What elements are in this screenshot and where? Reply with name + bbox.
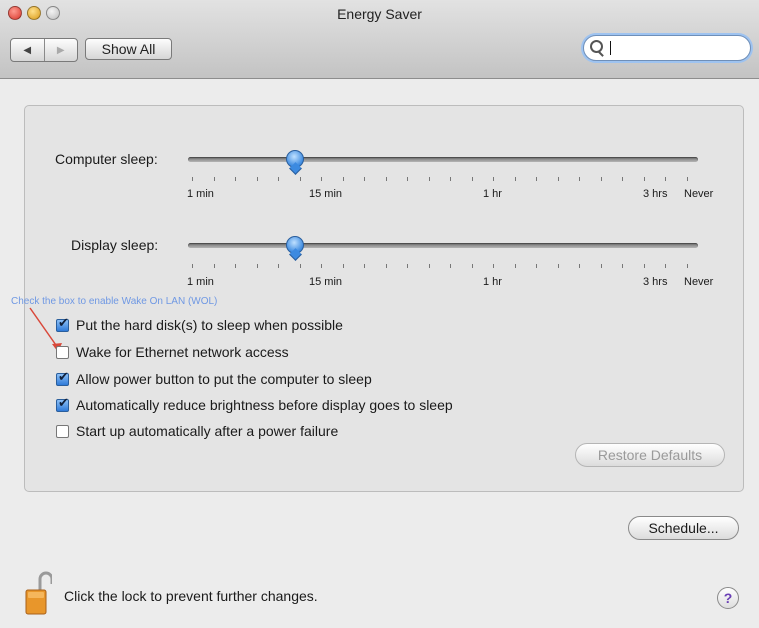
slider-tick xyxy=(450,264,451,268)
slider-tick xyxy=(557,264,559,268)
option-hard-disk-sleep[interactable]: Put the hard disk(s) to sleep when possi… xyxy=(56,316,343,333)
slider-tick xyxy=(600,264,602,268)
slider-tick xyxy=(428,177,430,181)
slider-tick xyxy=(428,264,430,268)
display-sleep-slider[interactable] xyxy=(188,243,698,248)
lock-message: Click the lock to prevent further change… xyxy=(64,588,318,604)
slider-tick xyxy=(364,264,365,268)
text-cursor xyxy=(610,41,611,55)
tick-label: 1 min xyxy=(187,276,214,288)
slider-tick xyxy=(321,264,322,268)
slider-tick xyxy=(471,264,473,268)
slider-tick xyxy=(299,177,301,181)
tick-label: 15 min xyxy=(309,188,343,200)
slider-tick xyxy=(299,264,301,268)
slider-tick xyxy=(278,264,279,268)
tick-label: 1 min xyxy=(187,188,214,200)
restore-defaults-button[interactable]: Restore Defaults xyxy=(575,443,725,467)
slider-tick xyxy=(686,264,688,268)
tick-label: 3 hrs xyxy=(643,188,668,200)
slider-tick xyxy=(321,177,322,181)
option-wake-ethernet[interactable]: Wake for Ethernet network access xyxy=(56,344,289,360)
tick-label: 1 hr xyxy=(483,188,502,200)
slider-tick xyxy=(536,264,537,268)
tick-label: 15 min xyxy=(309,276,343,288)
schedule-button[interactable]: Schedule... xyxy=(628,516,739,540)
computer-sleep-label: Computer sleep: xyxy=(55,151,158,167)
slider-tick xyxy=(665,264,666,268)
lock-icon[interactable] xyxy=(24,570,52,616)
window-title: Energy Saver xyxy=(337,6,422,22)
slider-tick xyxy=(686,177,688,181)
back-button[interactable]: ◀ xyxy=(11,39,45,61)
slider-tick xyxy=(235,264,236,268)
slider-tick xyxy=(643,264,645,268)
forward-arrow-icon: ▶ xyxy=(56,44,65,56)
slider-tick xyxy=(536,177,537,181)
checkbox[interactable] xyxy=(56,396,69,412)
slider-tick xyxy=(514,177,516,181)
slider-tick xyxy=(493,264,494,268)
slider-tick xyxy=(278,177,279,181)
checkbox[interactable] xyxy=(56,316,69,332)
slider-tick xyxy=(493,177,494,181)
slider-tick xyxy=(192,177,193,181)
slider-tick xyxy=(342,177,344,181)
option-restart-after-power-failure[interactable]: Start up automatically after a power fai… xyxy=(56,423,338,439)
slider-tick xyxy=(665,177,666,181)
display-sleep-knob[interactable] xyxy=(286,236,304,254)
slider-tick xyxy=(407,177,408,181)
tick-label: Never xyxy=(684,188,714,200)
slider-tick xyxy=(385,264,387,268)
help-button[interactable]: ? xyxy=(717,587,739,609)
tick-label: Never xyxy=(684,276,714,288)
option-label: Automatically reduce brightness before d… xyxy=(76,397,453,413)
tick-label: 1 hr xyxy=(483,276,502,288)
option-label: Put the hard disk(s) to sleep when possi… xyxy=(76,317,343,333)
slider-tick xyxy=(579,264,580,268)
display-sleep-label: Display sleep: xyxy=(71,237,159,253)
option-label: Allow power button to put the computer t… xyxy=(76,371,372,387)
option-label: Wake for Ethernet network access xyxy=(76,344,289,360)
slider-tick xyxy=(213,177,215,181)
slider-tick xyxy=(192,264,193,268)
slider-tick xyxy=(622,264,623,268)
slider-tick xyxy=(622,177,623,181)
show-all-button[interactable]: Show All xyxy=(85,38,172,60)
option-reduce-brightness[interactable]: Automatically reduce brightness before d… xyxy=(56,396,453,413)
slider-tick xyxy=(514,264,516,268)
slider-tick xyxy=(557,177,559,181)
slider-tick xyxy=(600,177,602,181)
slider-tick xyxy=(342,264,344,268)
checkbox[interactable] xyxy=(56,370,69,386)
option-power-button-sleep[interactable]: Allow power button to put the computer t… xyxy=(56,370,372,387)
checkbox[interactable] xyxy=(56,345,69,359)
computer-sleep-knob[interactable] xyxy=(286,150,304,168)
slider-tick xyxy=(235,177,236,181)
back-arrow-icon: ◀ xyxy=(23,44,32,56)
search-input[interactable] xyxy=(583,35,751,61)
slider-tick xyxy=(643,177,645,181)
search-icon xyxy=(590,40,603,53)
slider-tick xyxy=(471,177,473,181)
slider-tick xyxy=(385,177,387,181)
window-toolbar: Energy Saver ◀ ▶ Show All xyxy=(0,0,759,79)
navigation-segment: ◀ ▶ xyxy=(10,38,78,62)
slider-tick xyxy=(256,177,258,181)
slider-tick xyxy=(407,264,408,268)
forward-button[interactable]: ▶ xyxy=(45,39,78,61)
slider-tick xyxy=(256,264,258,268)
checkbox[interactable] xyxy=(56,424,69,438)
slider-tick xyxy=(579,177,580,181)
tick-label: 3 hrs xyxy=(643,276,668,288)
slider-tick xyxy=(213,264,215,268)
slider-tick xyxy=(364,177,365,181)
slider-tick xyxy=(450,177,451,181)
computer-sleep-slider[interactable] xyxy=(188,157,698,162)
option-label: Start up automatically after a power fai… xyxy=(76,423,339,439)
